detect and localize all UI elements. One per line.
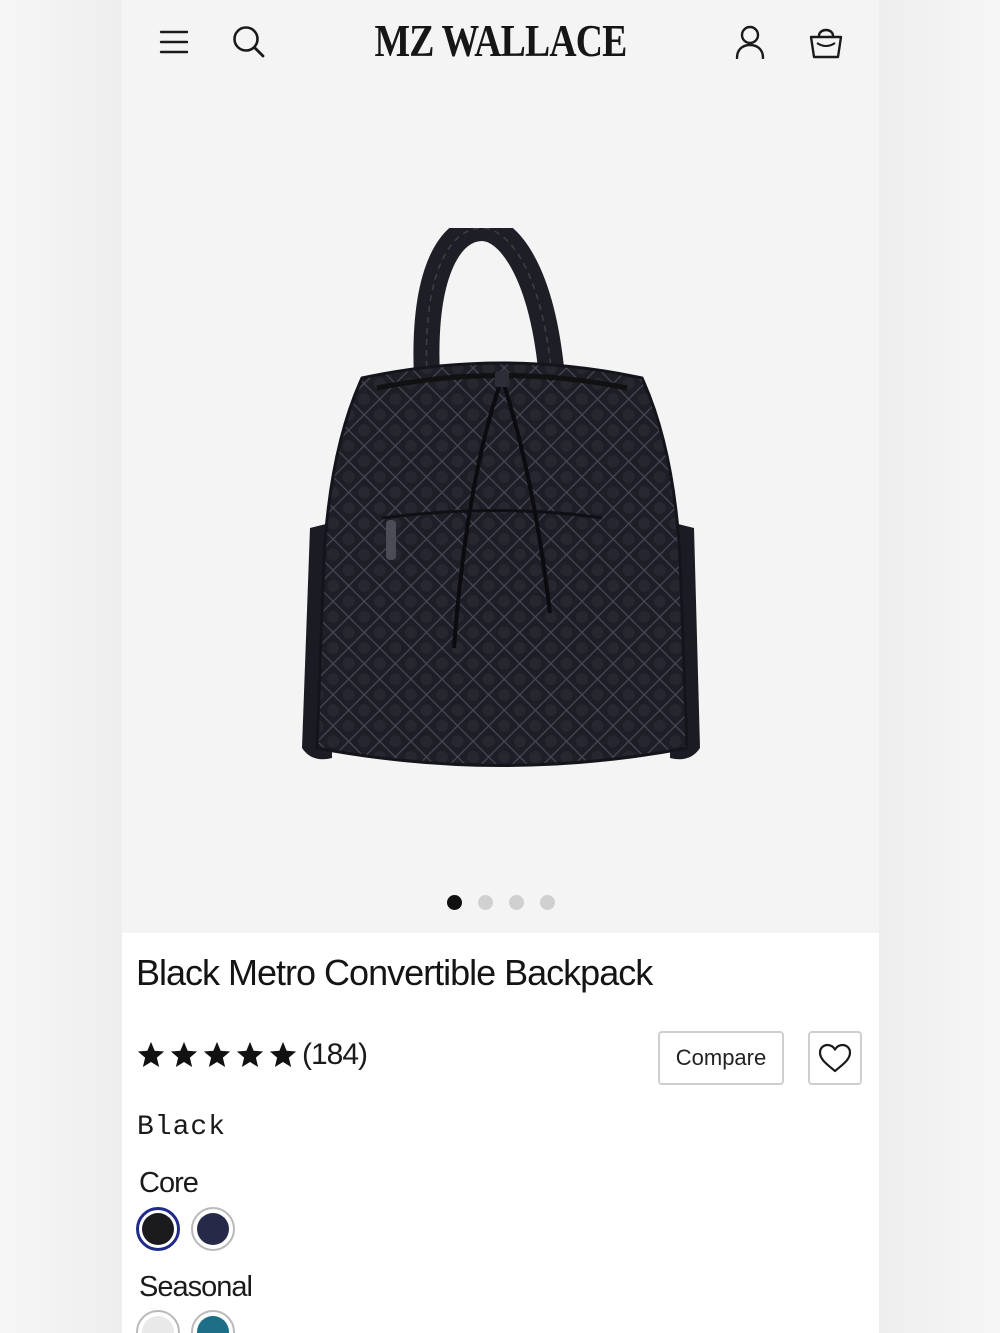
gallery-dot-2[interactable]: [477, 895, 493, 910]
product-image[interactable]: [302, 228, 702, 788]
product-title: Black Metro Convertible Backpack: [136, 952, 653, 993]
left-margin: [0, 0, 122, 1333]
product-image-gallery[interactable]: [122, 90, 879, 933]
site-header: MZ WALLACE: [122, 0, 879, 90]
swatch-group-seasonal-label: Seasonal: [139, 1271, 253, 1303]
bag-icon[interactable]: [806, 22, 846, 62]
product-rating[interactable]: (184): [136, 1038, 368, 1072]
swatch-teal[interactable]: [191, 1310, 235, 1333]
swatch-black[interactable]: [136, 1207, 180, 1251]
swatch-group-core: [136, 1207, 235, 1251]
swatch-navy[interactable]: [191, 1207, 235, 1251]
account-icon[interactable]: [730, 22, 770, 62]
product-page: MZ WALLACE Black Metro Convertible Backp…: [122, 0, 879, 1333]
right-margin: [879, 0, 1000, 1333]
star-icon: [236, 1041, 264, 1067]
review-count[interactable]: (184): [302, 1038, 368, 1072]
star-icon: [137, 1041, 165, 1067]
swatch-group-core-label: Core: [139, 1167, 199, 1199]
gallery-dot-3[interactable]: [508, 895, 524, 910]
star-icon: [269, 1041, 297, 1067]
menu-icon[interactable]: [154, 22, 194, 62]
gallery-dot-4[interactable]: [539, 895, 555, 910]
selected-color-name: Black: [137, 1112, 227, 1143]
swatch-group-seasonal: [136, 1310, 235, 1333]
swatch-light-grey[interactable]: [136, 1310, 180, 1333]
wishlist-button[interactable]: [808, 1031, 862, 1085]
heart-icon: [818, 1043, 852, 1073]
rating-stars: [136, 1040, 298, 1070]
star-icon: [203, 1041, 231, 1067]
gallery-pagination: [122, 895, 879, 910]
brand-logo[interactable]: MZ WALLACE: [190, 14, 811, 67]
compare-button[interactable]: Compare: [658, 1031, 784, 1085]
star-icon: [170, 1041, 198, 1067]
gallery-dot-1[interactable]: [446, 895, 462, 910]
